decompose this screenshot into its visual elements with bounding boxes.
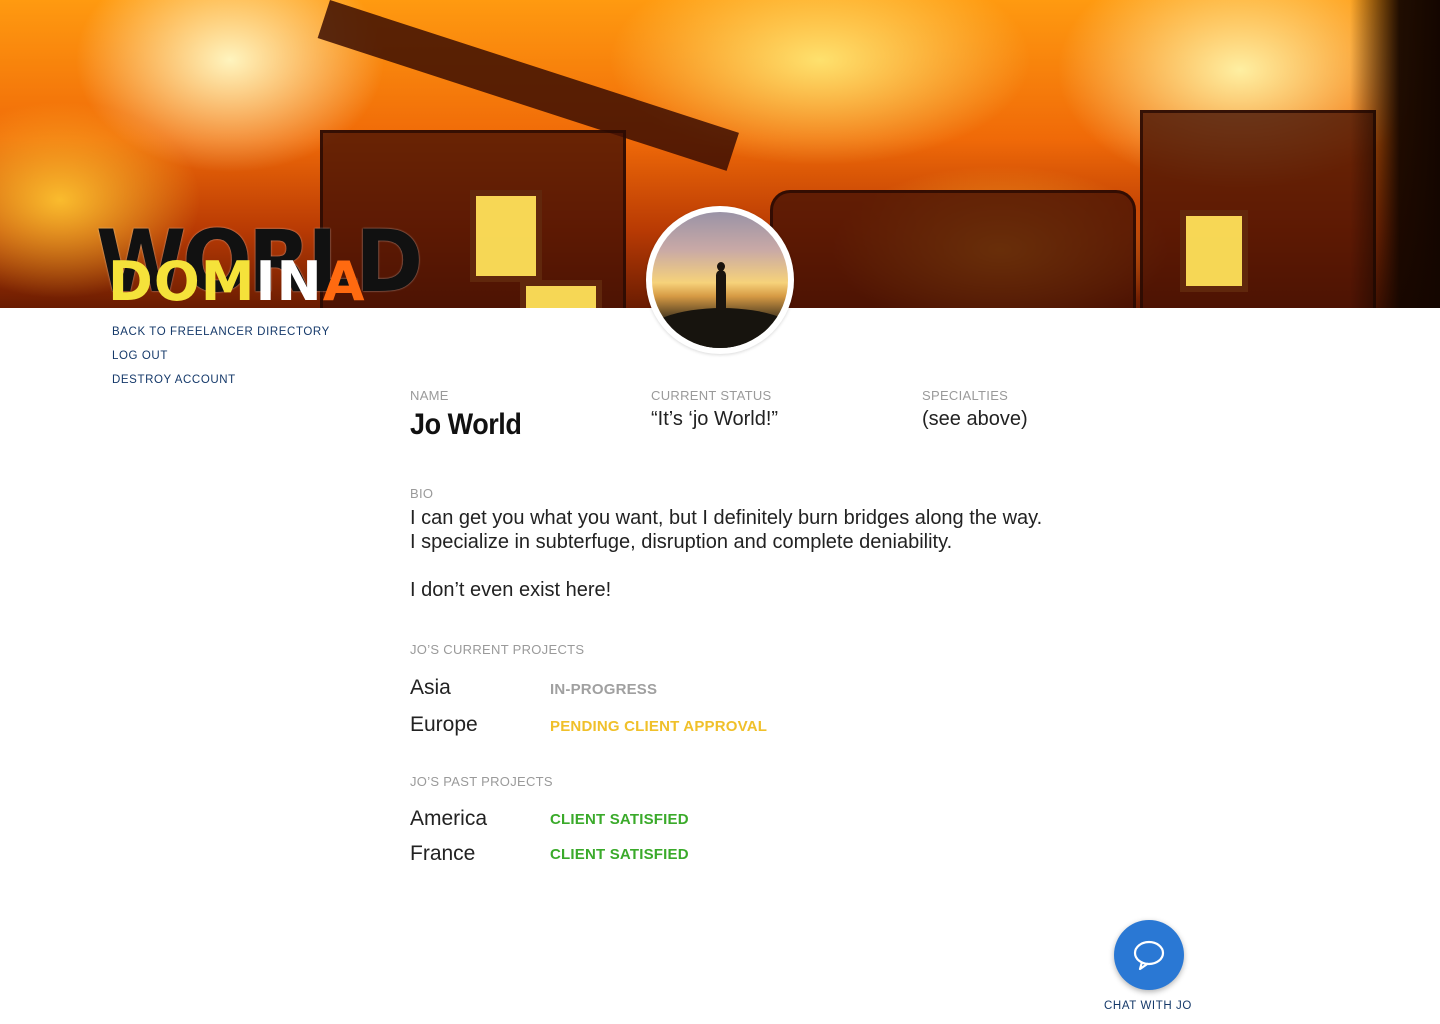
logo-part-a: A <box>322 250 366 313</box>
project-name: Europe <box>410 713 478 736</box>
avatar-hill <box>652 308 788 348</box>
bio-paragraph: I can get you what you want, but I defin… <box>410 507 1043 553</box>
past-projects-heading: JO’S PAST PROJECTS <box>410 774 553 789</box>
project-name: America <box>410 807 488 830</box>
logo-part-in: IN <box>255 250 323 313</box>
profile-name: Jo World <box>410 408 522 441</box>
specialties-label: SPECIALTIES <box>922 388 1009 403</box>
bio-paragraph: I don’t even exist here! <box>410 579 612 601</box>
bio-text: I can get you what you want, but I defin… <box>410 506 1050 626</box>
status-value: “It’s ‘jo World!” <box>651 408 779 430</box>
logo-part-dom: DOM <box>108 250 256 313</box>
project-status: PENDING CLIENT APPROVAL <box>550 718 768 735</box>
status-label: CURRENT STATUS <box>651 388 772 403</box>
project-name: Asia <box>410 676 451 699</box>
chat-button[interactable] <box>1114 920 1184 990</box>
hero-house-right <box>1140 110 1376 308</box>
current-projects-heading: JO’S CURRENT PROJECTS <box>410 642 585 657</box>
bio-label: BIO <box>410 486 434 501</box>
hero-window <box>470 190 542 282</box>
back-to-directory-link[interactable]: BACK TO FREELANCER DIRECTORY <box>112 320 330 344</box>
project-status: CLIENT SATISFIED <box>550 811 689 828</box>
profile-page: WORLD DOMINA BACK TO FREELANCER DIRECTOR… <box>0 0 1440 1024</box>
avatar-figure <box>716 270 726 310</box>
chat-label[interactable]: CHAT WITH JO <box>1088 1000 1208 1012</box>
side-nav: BACK TO FREELANCER DIRECTORY LOG OUT DES… <box>112 320 330 392</box>
world-domination-logo: WORLD DOMINA <box>96 214 423 312</box>
hero-window <box>520 280 602 308</box>
name-label: NAME <box>410 388 449 403</box>
project-name: France <box>410 842 476 865</box>
project-status: CLIENT SATISFIED <box>550 846 689 863</box>
logo-word-domina: DOMINA <box>108 252 366 312</box>
chat-bubble-icon <box>1133 940 1165 971</box>
specialties-value: (see above) <box>922 408 1028 430</box>
project-status: IN-PROGRESS <box>550 681 658 698</box>
destroy-account-link[interactable]: DESTROY ACCOUNT <box>112 368 330 392</box>
avatar-photo <box>652 212 788 348</box>
avatar <box>646 206 794 354</box>
hero-smoke <box>1350 0 1440 308</box>
hero-truck <box>770 190 1136 308</box>
log-out-link[interactable]: LOG OUT <box>112 344 330 368</box>
hero-window <box>1180 210 1248 292</box>
